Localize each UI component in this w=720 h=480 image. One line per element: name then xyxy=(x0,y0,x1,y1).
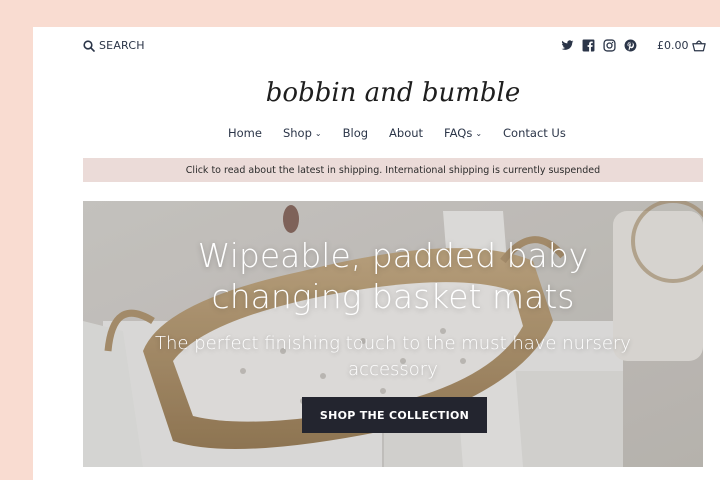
cart-button[interactable]: £0.00 xyxy=(657,39,706,52)
nav-home[interactable]: Home xyxy=(228,126,262,140)
shipping-notice-banner[interactable]: Click to read about the latest in shippi… xyxy=(83,158,703,182)
hero-title: Wipeable, padded baby changing basket ma… xyxy=(197,236,589,316)
shop-collection-button[interactable]: SHOP THE COLLECTION xyxy=(302,397,487,433)
page: SEARCH £0.00 bobbin and bumble Home Shop… xyxy=(33,27,720,480)
search-icon xyxy=(83,39,95,52)
instagram-icon[interactable] xyxy=(603,39,616,52)
cart-icon xyxy=(691,40,706,52)
chevron-down-icon: ⌄ xyxy=(314,128,322,138)
nav-contact[interactable]: Contact Us xyxy=(503,126,566,140)
nav-shop[interactable]: Shop ⌄ xyxy=(283,126,322,140)
nav-about-label: About xyxy=(389,126,424,140)
twitter-icon[interactable] xyxy=(561,39,574,52)
social-links xyxy=(561,39,637,52)
chevron-down-icon: ⌄ xyxy=(475,128,483,138)
nav-contact-label: Contact Us xyxy=(503,126,566,140)
nav-faqs[interactable]: FAQs ⌄ xyxy=(444,126,482,140)
nav-blog[interactable]: Blog xyxy=(343,126,368,140)
top-bar: SEARCH £0.00 xyxy=(33,27,720,67)
hero-banner: Wipeable, padded baby changing basket ma… xyxy=(83,201,703,467)
nav-about[interactable]: About xyxy=(389,126,423,140)
shipping-notice-text: Click to read about the latest in shippi… xyxy=(185,164,601,176)
pinterest-icon[interactable] xyxy=(624,39,637,52)
main-nav: Home Shop ⌄ Blog About FAQs ⌄ Contact Us xyxy=(228,126,566,140)
nav-faqs-label: FAQs xyxy=(444,126,473,140)
nav-home-label: Home xyxy=(228,126,262,140)
search-button[interactable]: SEARCH xyxy=(83,39,145,52)
brand-logo[interactable]: bobbin and bumble xyxy=(263,71,523,113)
brand-logo-text: bobbin and bumble xyxy=(266,78,520,108)
search-label: SEARCH xyxy=(99,39,145,52)
hero-subtitle: The perfect finishing touch to the must … xyxy=(155,333,631,380)
nav-shop-label: Shop xyxy=(282,126,312,140)
facebook-icon[interactable] xyxy=(582,39,595,52)
nav-blog-label: Blog xyxy=(342,126,369,140)
cart-total: £0.00 xyxy=(657,39,689,52)
